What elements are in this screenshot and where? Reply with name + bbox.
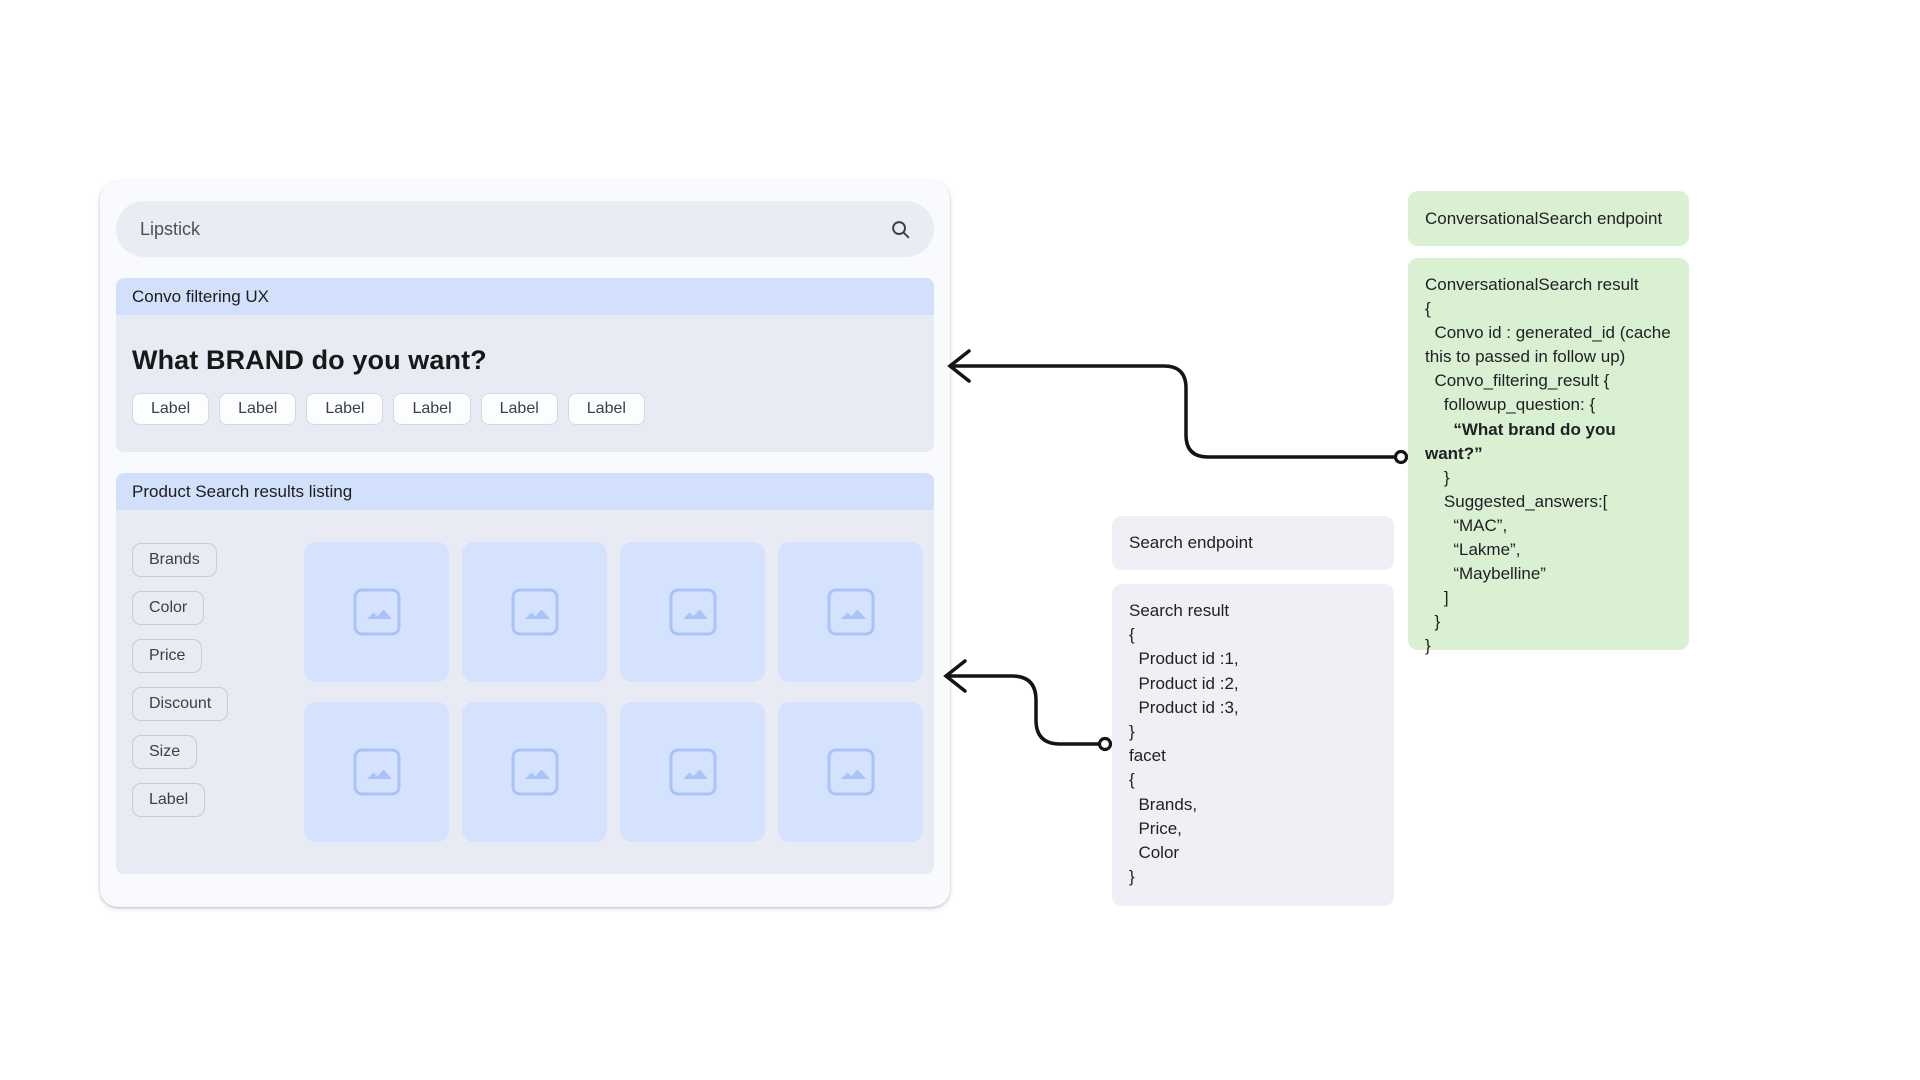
code-line: Product id :3, xyxy=(1129,696,1377,720)
suggested-answer-chip-1[interactable]: Label xyxy=(132,393,209,425)
code-line: followup_question: { xyxy=(1425,393,1672,417)
facet-button-label[interactable]: Label xyxy=(132,783,205,817)
code-line: { xyxy=(1129,768,1377,792)
code-line: Search result xyxy=(1129,599,1377,623)
results-section-header-label: Product Search results listing xyxy=(132,482,352,502)
search-icon[interactable] xyxy=(889,218,912,241)
code-line: { xyxy=(1129,623,1377,647)
facet-button-color[interactable]: Color xyxy=(132,591,204,625)
product-image-tile[interactable] xyxy=(462,702,607,842)
product-image-tile[interactable] xyxy=(304,702,449,842)
suggested-answer-chip-4[interactable]: Label xyxy=(393,393,470,425)
search-endpoint-label: Search endpoint xyxy=(1129,533,1253,553)
code-line: this to passed in follow up) xyxy=(1425,345,1672,369)
product-tile-grid xyxy=(304,542,923,874)
facet-filter-column: Brands Color Price Discount Size Label xyxy=(132,542,304,874)
product-image-tile[interactable] xyxy=(778,702,923,842)
search-input-value: Lipstick xyxy=(140,219,889,240)
image-placeholder-icon xyxy=(669,588,717,636)
code-line: “MAC”, xyxy=(1425,514,1672,538)
image-placeholder-icon xyxy=(511,748,559,796)
search-endpoint-box: Search endpoint xyxy=(1112,516,1394,570)
code-line: ConversationalSearch result xyxy=(1425,273,1672,297)
image-placeholder-icon xyxy=(827,588,875,636)
facet-button-brands[interactable]: Brands xyxy=(132,543,217,577)
conversational-search-endpoint-box: ConversationalSearch endpoint xyxy=(1408,191,1689,246)
search-bar[interactable]: Lipstick xyxy=(116,201,934,257)
code-line: Price, xyxy=(1129,817,1377,841)
suggested-answer-chip-5[interactable]: Label xyxy=(481,393,558,425)
arrowhead-icon xyxy=(950,351,969,381)
code-line: facet xyxy=(1129,744,1377,768)
conversational-search-result-box: ConversationalSearch result{ Convo id : … xyxy=(1408,258,1689,650)
facet-button-discount[interactable]: Discount xyxy=(132,687,228,721)
connector-origin-dot xyxy=(1100,739,1111,750)
code-line: ] xyxy=(1425,586,1672,610)
facet-button-size[interactable]: Size xyxy=(132,735,197,769)
connector-line xyxy=(948,676,1099,744)
facet-button-price[interactable]: Price xyxy=(132,639,202,673)
suggested-answer-chip-6[interactable]: Label xyxy=(568,393,645,425)
arrow-search-result-to-listing-section xyxy=(946,661,1111,750)
search-ui-mockup: Lipstick Convo filtering UX What BRAND d… xyxy=(100,181,950,907)
conversational-search-endpoint-label: ConversationalSearch endpoint xyxy=(1425,209,1662,229)
code-line: “Maybelline” xyxy=(1425,562,1672,586)
product-image-tile[interactable] xyxy=(620,702,765,842)
image-placeholder-icon xyxy=(827,748,875,796)
image-placeholder-icon xyxy=(669,748,717,796)
code-line: Product id :2, xyxy=(1129,672,1377,696)
image-placeholder-icon xyxy=(511,588,559,636)
code-line: } xyxy=(1425,466,1672,490)
followup-question: What BRAND do you want? xyxy=(132,345,918,376)
product-image-tile[interactable] xyxy=(304,542,449,682)
convo-section-header: Convo filtering UX xyxy=(116,278,934,315)
image-placeholder-icon xyxy=(353,748,401,796)
suggested-answer-chips: Label Label Label Label Label Label xyxy=(132,393,918,425)
results-section-body: Brands Color Price Discount Size Label xyxy=(116,510,934,874)
code-line: Convo id : generated_id (cache xyxy=(1425,321,1672,345)
code-line: Color xyxy=(1129,841,1377,865)
code-line: Product id :1, xyxy=(1129,647,1377,671)
product-results-section: Product Search results listing Brands Co… xyxy=(116,473,934,874)
product-image-tile[interactable] xyxy=(462,542,607,682)
diagram-canvas: Lipstick Convo filtering UX What BRAND d… xyxy=(0,0,1920,1080)
code-line: “Lakme”, xyxy=(1425,538,1672,562)
connector-line xyxy=(952,366,1395,457)
code-line: } xyxy=(1129,720,1377,744)
arrow-conversational-result-to-convo-section xyxy=(950,351,1407,463)
convo-section-header-label: Convo filtering UX xyxy=(132,287,269,307)
code-line: Brands, xyxy=(1129,793,1377,817)
search-result-box: Search result{ Product id :1, Product id… xyxy=(1112,584,1394,906)
code-line: } xyxy=(1425,634,1672,658)
image-placeholder-icon xyxy=(353,588,401,636)
convo-section-body: What BRAND do you want? Label Label Labe… xyxy=(116,315,934,452)
code-line: Convo_filtering_result { xyxy=(1425,369,1672,393)
convo-filtering-section: Convo filtering UX What BRAND do you wan… xyxy=(116,278,934,452)
results-section-header: Product Search results listing xyxy=(116,473,934,510)
code-line: } xyxy=(1425,610,1672,634)
product-image-tile[interactable] xyxy=(778,542,923,682)
code-line: Suggested_answers:[ xyxy=(1425,490,1672,514)
connector-origin-dot xyxy=(1396,452,1407,463)
code-line: { xyxy=(1425,297,1672,321)
suggested-answer-chip-3[interactable]: Label xyxy=(306,393,383,425)
code-line: “What brand do you want?” xyxy=(1425,418,1672,466)
suggested-answer-chip-2[interactable]: Label xyxy=(219,393,296,425)
product-image-tile[interactable] xyxy=(620,542,765,682)
code-line: } xyxy=(1129,865,1377,889)
